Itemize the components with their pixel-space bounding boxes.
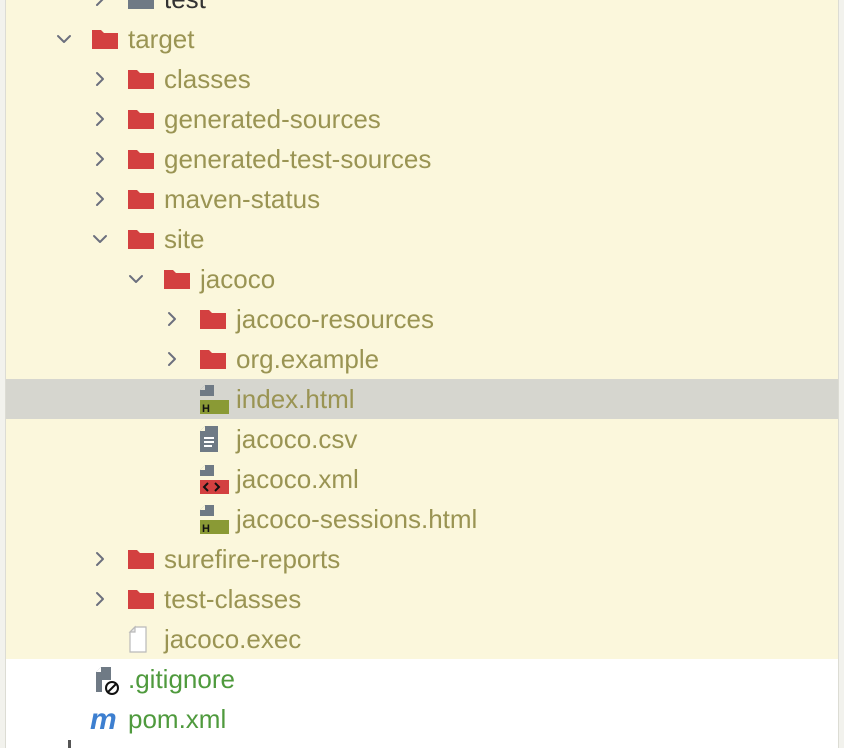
maven-icon: m [89,703,121,735]
chevron-down-icon[interactable] [54,29,74,49]
tree-row-jacoco-resources[interactable]: jacoco-resources [6,299,838,339]
tree-row-org-example[interactable]: org.example [6,339,838,379]
tree-row-label: index.html [236,384,355,414]
chevron-right-icon[interactable] [90,0,110,9]
tree-row-label: jacoco.xml [236,464,359,494]
tree-row-test-classes[interactable]: test-classes [6,579,838,619]
tree-row-jacoco-exec[interactable]: jacoco.exec [6,619,838,659]
chevron-right-icon[interactable] [90,109,110,129]
tree-row-jacoco[interactable]: jacoco [6,259,838,299]
tree-row-label: jacoco.exec [164,624,302,654]
tree-row-label: generated-test-sources [164,144,432,174]
folder-icon [197,343,229,375]
tree-row-label: maven-status [164,184,321,214]
tree-row-label: jacoco-sessions.html [236,504,478,534]
tree-row-generated-sources[interactable]: generated-sources [6,99,838,139]
folder-icon [197,303,229,335]
svg-text:m: m [90,703,117,735]
svg-text:H: H [202,523,210,535]
folder-icon [161,263,193,295]
tree-row-target[interactable]: target [6,19,838,59]
chevron-down-icon[interactable] [90,229,110,249]
chevron-down-icon[interactable] [126,269,146,289]
tree-row-gitignore[interactable]: .gitignore [6,659,838,699]
tree-row-label: test [164,0,206,14]
folder-icon [125,103,157,135]
project-tree-panel[interactable]: test target classes generated-sources [6,0,838,748]
folder-icon [89,23,121,55]
tree-row-label: target [128,24,195,54]
tree-row-site[interactable]: site [6,219,838,259]
tree-row-surefire-reports[interactable]: surefire-reports [6,539,838,579]
folder-icon [125,583,157,615]
chevron-right-icon[interactable] [162,349,182,369]
chevron-right-icon[interactable] [90,189,110,209]
tree-row-maven-status[interactable]: maven-status [6,179,838,219]
tree-row-label: jacoco.csv [236,424,358,454]
folder-icon [125,223,157,255]
tree-row-label: .gitignore [128,664,235,694]
tree-row-classes[interactable]: classes [6,59,838,99]
csv-file-icon [197,423,229,455]
tree-row-label: jacoco-resources [236,304,434,334]
folder-icon [125,143,157,175]
tree-row-label: jacoco [200,264,276,294]
folder-icon [125,63,157,95]
tree-row-label: generated-sources [164,104,381,134]
tree-row-index-html[interactable]: H index.html [6,379,838,419]
folder-icon [125,183,157,215]
chevron-right-icon[interactable] [90,589,110,609]
chevron-right-icon[interactable] [90,549,110,569]
tree-row-jacoco-csv[interactable]: jacoco.csv [6,419,838,459]
tree-row-label: org.example [236,344,380,374]
xml-file-icon [197,463,229,495]
gitignore-file-icon [89,663,121,695]
tree-row-jacoco-xml[interactable]: jacoco.xml [6,459,838,499]
chevron-right-icon[interactable] [162,309,182,329]
tree-row-label: pom.xml [128,704,227,734]
chevron-right-icon[interactable] [90,69,110,89]
tree-row-jacoco-sessions-html[interactable]: H jacoco-sessions.html [6,499,838,539]
folder-icon [125,543,157,575]
svg-text:H: H [202,403,210,415]
chevron-right-icon[interactable] [90,149,110,169]
tree-row-generated-test-sources[interactable]: generated-test-sources [6,139,838,179]
tree-row-label: test-classes [164,584,302,614]
tree-guide-line [68,740,71,748]
panel-right-border [838,0,839,748]
tree-row-label: site [164,224,205,254]
html-file-icon: H [197,503,229,535]
tree-row-label: surefire-reports [164,544,341,574]
folder-grey-icon [125,0,157,15]
blank-file-icon [125,623,157,655]
html-file-icon: H [197,383,229,415]
tree-row-test[interactable]: test [6,0,838,19]
tree-row-pom-xml[interactable]: m pom.xml [6,699,838,739]
tree-row-label: classes [164,64,251,94]
